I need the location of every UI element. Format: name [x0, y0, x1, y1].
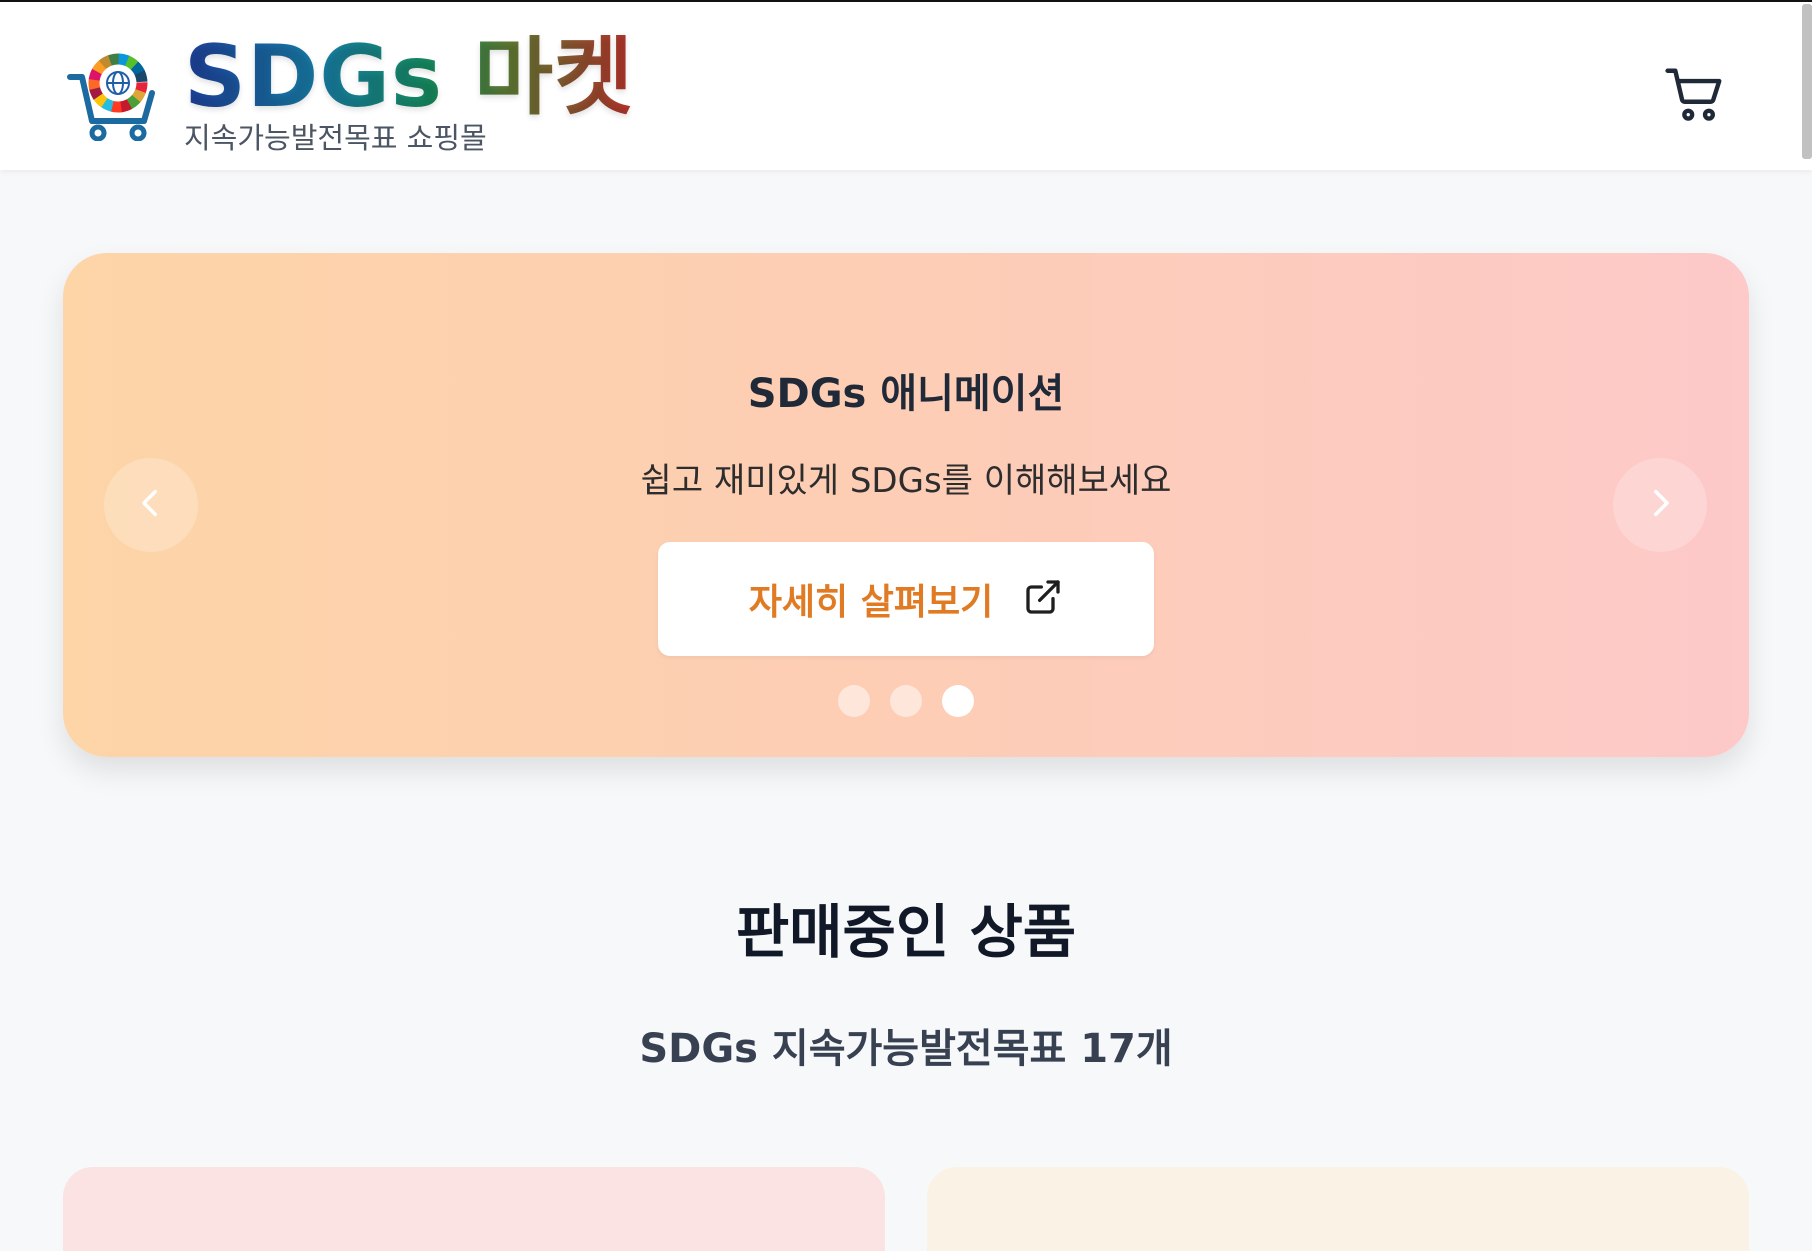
hero-carousel: SDGs 애니메이션 쉽고 재미있게 SDGs를 이해해보세요 자세히 살펴보기	[63, 253, 1749, 757]
home-logo-link[interactable]: SDGs 마켓 지속가능발전목표 쇼핑몰	[66, 32, 634, 157]
product-card[interactable]	[63, 1167, 885, 1251]
shopping-cart-icon	[1665, 63, 1727, 129]
brand-subtitle: 지속가능발전목표 쇼핑몰	[184, 120, 487, 155]
hero-title: SDGs 애니메이션	[747, 371, 1065, 417]
carousel-dot-3[interactable]	[942, 685, 974, 717]
site-header: SDGs 마켓 지속가능발전목표 쇼핑몰	[0, 0, 1812, 170]
carousel-next-button[interactable]	[1613, 458, 1707, 552]
external-link-icon	[1023, 577, 1063, 621]
chevron-left-icon	[134, 486, 168, 524]
carousel-prev-button[interactable]	[104, 458, 198, 552]
brand-block: SDGs 마켓 지속가능발전목표 쇼핑몰	[184, 26, 635, 155]
sdgs-wheel-cart-icon	[66, 49, 158, 141]
chevron-right-icon	[1643, 486, 1677, 524]
learn-more-label: 자세히 살펴보기	[748, 582, 994, 623]
products-section-subtitle: SDGs 지속가능발전목표 17개	[639, 1026, 1173, 1072]
cart-button[interactable]	[1660, 60, 1732, 132]
carousel-indicators	[63, 685, 1749, 717]
carousel-dot-2[interactable]	[890, 685, 922, 717]
hero-subtitle: 쉽고 재미있게 SDGs를 이해해보세요	[640, 461, 1172, 501]
learn-more-button[interactable]: 자세히 살펴보기	[658, 542, 1154, 656]
page-scrollbar[interactable]	[1802, 4, 1812, 159]
product-card[interactable]	[927, 1167, 1749, 1251]
brand-title: SDGs 마켓	[184, 26, 635, 127]
products-section-title: 판매중인 상품	[735, 898, 1077, 966]
carousel-dot-1[interactable]	[838, 685, 870, 717]
